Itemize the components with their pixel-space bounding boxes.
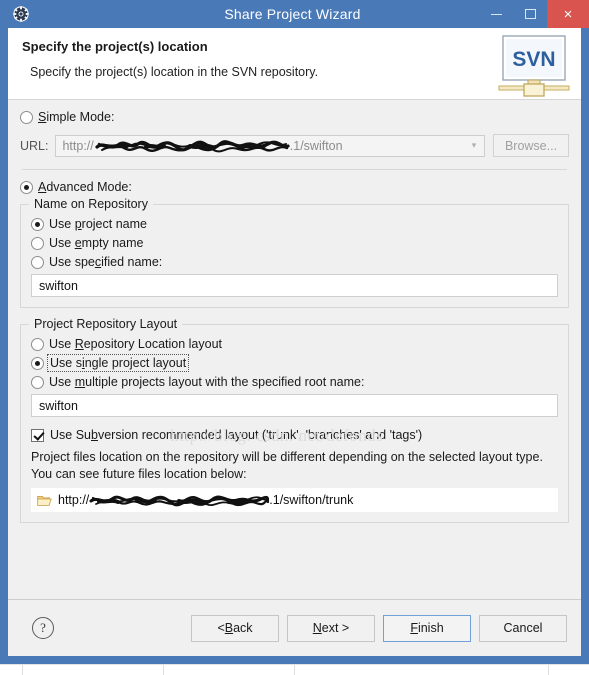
svn-logo-icon: SVN (497, 34, 571, 98)
recommended-layout-label: Use Subversion recommended layout ('trun… (50, 428, 423, 442)
use-multiple-projects-layout-label: Use multiple projects layout with the sp… (49, 375, 365, 389)
use-repository-location-layout-row[interactable]: Use Repository Location layout (31, 337, 558, 351)
maximize-icon (524, 9, 536, 19)
next-button[interactable]: Next > (287, 614, 375, 642)
use-empty-name-radio[interactable] (31, 236, 44, 250)
url-row: URL: http:// .1/swifton ▾ Browse... (20, 134, 569, 157)
name-on-repository-group-title: Name on Repository (29, 197, 153, 211)
gear-icon (12, 5, 30, 23)
use-specified-name-row[interactable]: Use specified name: (31, 255, 558, 269)
recommended-layout-checkbox-row[interactable]: Use Subversion recommended layout ('trun… (31, 428, 558, 442)
desktop-strip (0, 664, 589, 675)
use-multiple-projects-layout-row[interactable]: Use multiple projects layout with the sp… (31, 375, 558, 389)
name-on-repository-group: Name on Repository Use project name Use … (20, 197, 569, 308)
use-specified-name-radio[interactable] (31, 255, 44, 269)
close-icon: × (563, 5, 573, 23)
use-empty-name-label: Use empty name (49, 236, 144, 250)
advanced-mode-label: Advanced Mode: (38, 180, 132, 194)
maximize-button[interactable] (513, 0, 547, 28)
use-project-name-radio[interactable] (31, 217, 44, 231)
back-button[interactable]: < Back (191, 614, 279, 642)
simple-mode-label: Simple Mode: (38, 110, 115, 124)
minimize-button[interactable] (479, 0, 513, 28)
url-combobox[interactable]: http:// .1/swifton ▾ (55, 134, 485, 157)
dialog-body: Specify the project(s) location Specify … (8, 28, 581, 656)
simple-mode-radio-row[interactable]: Simple Mode: (20, 110, 569, 124)
url-label: URL: (20, 138, 49, 153)
finish-button[interactable]: Finish (383, 614, 471, 642)
preview-path-box: http:// .1/swifton/trunk (31, 488, 558, 512)
wizard-header: Specify the project(s) location Specify … (8, 28, 581, 100)
minimize-icon (490, 13, 502, 15)
url-suffix: .1/swifton (289, 138, 343, 153)
specified-name-input[interactable]: swifton (31, 274, 558, 297)
use-project-name-label: Use project name (49, 217, 147, 231)
footer-button-group: < Back Next > Finish Cancel (191, 614, 567, 642)
project-repository-layout-group: Project Repository Layout Use Repository… (20, 317, 569, 523)
use-repository-location-layout-radio[interactable] (31, 337, 44, 351)
use-multiple-projects-layout-radio[interactable] (31, 375, 44, 389)
preview-path-prefix: http:// (58, 493, 90, 507)
window-controls: × (479, 0, 589, 28)
cancel-button[interactable]: Cancel (479, 614, 567, 642)
divider (22, 169, 567, 170)
root-name-input[interactable]: swifton (31, 394, 558, 417)
screenshot-root: Share Project Wizard × Specify the proje… (0, 0, 589, 675)
use-specified-name-label: Use specified name: (49, 255, 163, 269)
advanced-mode-radio[interactable] (20, 180, 33, 194)
preview-path-suffix: .1/swifton/trunk (269, 493, 354, 507)
url-value: http:// .1/swifton (56, 138, 342, 154)
simple-mode-radio[interactable] (20, 110, 33, 124)
layout-note: Project files location on the repository… (31, 449, 558, 483)
page-title: Specify the project(s) location (22, 39, 208, 54)
layout-note-line1: Project files location on the repository… (31, 450, 513, 464)
chevron-down-icon[interactable]: ▾ (464, 136, 484, 156)
title-bar[interactable]: Share Project Wizard × (0, 0, 589, 28)
wizard-content: http://blog. csdn. net/defonds Simple Mo… (8, 100, 581, 600)
use-project-name-row[interactable]: Use project name (31, 217, 558, 231)
use-single-project-layout-radio[interactable] (31, 356, 44, 370)
url-prefix: http:// (62, 138, 94, 153)
svg-text:SVN: SVN (512, 48, 555, 71)
url-redacted-scribble (94, 138, 290, 154)
browse-button[interactable]: Browse... (493, 134, 569, 157)
folder-icon (37, 494, 52, 507)
recommended-layout-checkbox[interactable] (31, 428, 44, 442)
share-project-wizard-window: Share Project Wizard × Specify the proje… (0, 0, 589, 664)
page-subtitle: Specify the project(s) location in the S… (30, 65, 319, 79)
use-single-project-layout-row[interactable]: Use single project layout (31, 354, 558, 372)
preview-path-redacted-scribble (89, 493, 270, 508)
use-empty-name-row[interactable]: Use empty name (31, 236, 558, 250)
advanced-mode-radio-row[interactable]: Advanced Mode: (20, 180, 569, 194)
use-repository-location-layout-label: Use Repository Location layout (49, 337, 223, 351)
project-repository-layout-group-title: Project Repository Layout (29, 317, 183, 331)
help-button[interactable]: ? (32, 617, 54, 639)
wizard-footer: ? < Back Next > Finish Cancel (8, 600, 581, 656)
use-single-project-layout-label: Use single project layout (46, 354, 190, 372)
close-button[interactable]: × (547, 0, 589, 28)
